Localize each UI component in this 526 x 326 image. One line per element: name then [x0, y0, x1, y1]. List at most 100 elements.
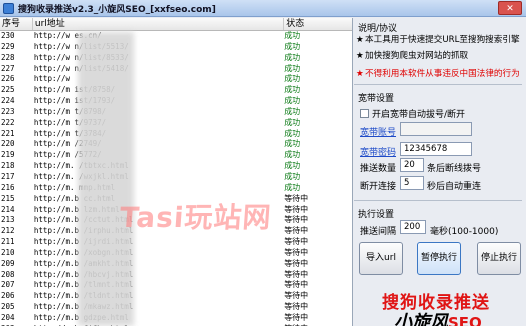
row-status: 成功 [284, 161, 301, 171]
row-status: 成功 [284, 96, 301, 106]
title-bar: 搜狗收录推送v2.3_小旋风SEO_[xxfseo.com] ✕ [0, 0, 526, 17]
row-url: http://m.b /tldnt.html [33, 291, 133, 301]
table-row[interactable]: 228 http://w n/list/8533/成功 [0, 53, 352, 64]
table-row[interactable]: 217 http://m. /wxjkl.html 成功 [0, 172, 352, 183]
pause-button[interactable]: 暂停执行 [417, 242, 461, 275]
watermark-text: Tasi玩站网 [118, 201, 273, 234]
row-url: http://m t/8798/ [33, 106, 107, 116]
row-url: http://m /5772/ [33, 150, 102, 160]
table-row[interactable]: 229 http://w n/list/5513/成功 [0, 42, 352, 53]
row-status: 等待中 [284, 269, 309, 279]
row-status: 成功 [284, 85, 301, 95]
import-url-button[interactable]: 导入url [359, 242, 403, 275]
row-status: 等待中 [284, 193, 309, 203]
row-status: 成功 [284, 128, 301, 138]
row-url: http://m ist/8758/ [33, 85, 116, 95]
row-url: http://w n/list/5418/ [33, 63, 129, 73]
row-status: 等待中 [284, 291, 309, 301]
table-row[interactable]: 210 http://m.b /xobgn.html 等待中 [0, 248, 352, 259]
row-status: 成功 [284, 117, 301, 127]
row-id: 230 [1, 31, 15, 40]
row-status: 成功 [284, 171, 301, 181]
table-row[interactable]: 221 http://m t/3784/成功 [0, 129, 352, 140]
table-row[interactable]: 211 http://m.b /ijrdi.html 等待中 [0, 237, 352, 248]
row-status: 成功 [284, 74, 301, 84]
row-status: 等待中 [284, 302, 309, 312]
row-status: 等待中 [284, 247, 309, 257]
table-row[interactable]: 209 http://m.b /amkht.html 等待中 [0, 259, 352, 270]
row-id: 224 [1, 96, 15, 106]
interval-suffix: 毫秒(100-1000) [430, 227, 499, 237]
table-row[interactable]: 223 http://m t/8798/成功 [0, 107, 352, 118]
reconnect-input[interactable]: 5 [400, 176, 424, 190]
row-id: 215 [1, 193, 15, 203]
column-header-url[interactable]: url地址 [33, 18, 285, 30]
row-status: 等待中 [284, 215, 309, 225]
table-row[interactable]: 222 http://m t/9737/成功 [0, 118, 352, 129]
row-id: 229 [1, 41, 15, 51]
row-url: http://w [33, 74, 71, 84]
table-row[interactable]: 204 http://m.b gdzpe.html 等待中 [0, 313, 352, 324]
table-row[interactable]: 208 http://m.b /hbcvj.html 等待中 [0, 270, 352, 281]
row-url: http://m.b /amkht.html [33, 258, 133, 268]
table-row[interactable]: 218 http://m. /tbtxc.html 成功 [0, 161, 352, 172]
table-row[interactable]: 216 http://m. mmp.html 成功 [0, 183, 352, 194]
table-row[interactable]: 205 http://m.b /mkawz.html 等待中 [0, 302, 352, 313]
table-row[interactable]: 220 http://m /2749/成功 [0, 139, 352, 150]
password-label[interactable]: 宽带密码 [360, 145, 396, 158]
settings-panel: 说明/协议 ★本工具用于快速提交URL至搜狗搜索引擎 ★加快搜狗爬虫对网站的抓取… [354, 18, 526, 326]
row-id: 216 [1, 182, 15, 192]
row-url: http://m t/9737/ [33, 117, 107, 127]
row-status: 等待中 [284, 258, 309, 268]
row-id: 205 [1, 302, 15, 312]
table-row[interactable]: 225 http://m ist/8758/成功 [0, 85, 352, 96]
url-table[interactable]: 序号 url地址 状态 230 http://w es.cn/成功 229 http:… [0, 18, 353, 326]
row-id: 218 [1, 161, 15, 171]
table-row[interactable]: 230 http://w es.cn/成功 [0, 31, 352, 42]
table-row[interactable]: 207 http://m.b /tlmnt.html 等待中 [0, 280, 352, 291]
row-id: 214 [1, 204, 15, 214]
reconnect-label: 断开连接 [360, 182, 397, 192]
close-icon[interactable]: ✕ [498, 1, 522, 15]
row-id: 207 [1, 280, 15, 290]
row-url: http://m.b gdzpe.html [33, 312, 129, 322]
table-row[interactable]: 224 http://m ist/1793/成功 [0, 96, 352, 107]
blurred-region [78, 32, 134, 326]
push-count-suffix: 条后断线拨号 [427, 164, 482, 174]
account-input[interactable] [400, 122, 472, 136]
table-body: 230 http://w es.cn/成功 229 http://w n/list/5… [0, 31, 352, 326]
divider [354, 84, 522, 85]
interval-input[interactable]: 200 [400, 220, 426, 234]
row-status: 等待中 [284, 226, 309, 236]
row-status: 成功 [284, 139, 301, 149]
row-id: 208 [1, 269, 15, 279]
auto-dial-checkbox[interactable]: 开启宽带自动拔号/断开 [360, 107, 465, 120]
row-id: 217 [1, 171, 15, 181]
row-id: 204 [1, 312, 15, 322]
row-id: 211 [1, 237, 15, 247]
table-row[interactable]: 206 http://m.b /tldnt.html 等待中 [0, 291, 352, 302]
column-header-status[interactable]: 状态 [284, 18, 352, 30]
table-row[interactable]: 219 http://m /5772/成功 [0, 150, 352, 161]
row-url: http://m. /wxjkl.html [33, 171, 129, 181]
row-id: 212 [1, 226, 15, 236]
row-url: http://m. mmp.html [33, 182, 116, 192]
row-url: http://m t/3784/ [33, 128, 107, 138]
info-note-1: ★本工具用于快速提交URL至搜狗搜索引擎 [356, 35, 520, 45]
checkbox-box[interactable] [360, 109, 369, 118]
row-id: 221 [1, 128, 15, 138]
account-label[interactable]: 宽带账号 [360, 125, 396, 138]
row-id: 213 [1, 215, 15, 225]
row-url: http://m /2749/ [33, 139, 102, 149]
row-id: 225 [1, 85, 15, 95]
table-row[interactable]: 226 http://w 成功 [0, 74, 352, 85]
row-url: http://m ist/1793/ [33, 96, 116, 106]
row-status: 等待中 [284, 237, 309, 247]
push-count-input[interactable]: 20 [400, 158, 424, 172]
column-header-id[interactable]: 序号 [0, 18, 33, 30]
table-row[interactable]: 227 http://w n/list/5418/成功 [0, 64, 352, 75]
row-url: http://m.b /ijrdi.html [33, 237, 133, 247]
stop-button[interactable]: 停止执行 [477, 242, 521, 275]
exec-group-title: 执行设置 [358, 210, 395, 220]
password-input[interactable]: 12345678 [400, 142, 472, 156]
